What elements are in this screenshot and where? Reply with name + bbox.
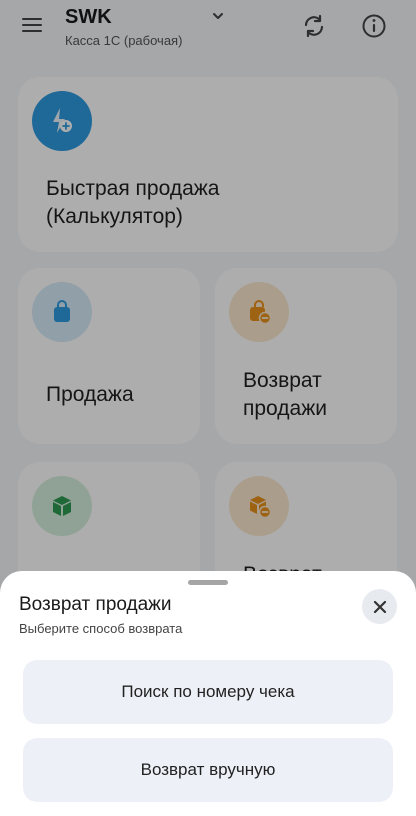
manual-return-button[interactable]: Возврат вручную: [23, 738, 393, 802]
sheet-subtitle: Выберите способ возврата: [19, 621, 183, 636]
close-button[interactable]: [362, 589, 397, 624]
close-icon: [373, 600, 386, 613]
search-by-receipt-button[interactable]: Поиск по номеру чека: [23, 660, 393, 724]
sheet-title: Возврат продажи: [19, 594, 172, 615]
sheet-drag-handle[interactable]: [188, 580, 228, 585]
screen: SWK Касса 1С (рабочая) Быстрая продажа (…: [0, 0, 416, 816]
return-bottom-sheet: Возврат продажи Выберите способ возврата…: [0, 571, 416, 816]
